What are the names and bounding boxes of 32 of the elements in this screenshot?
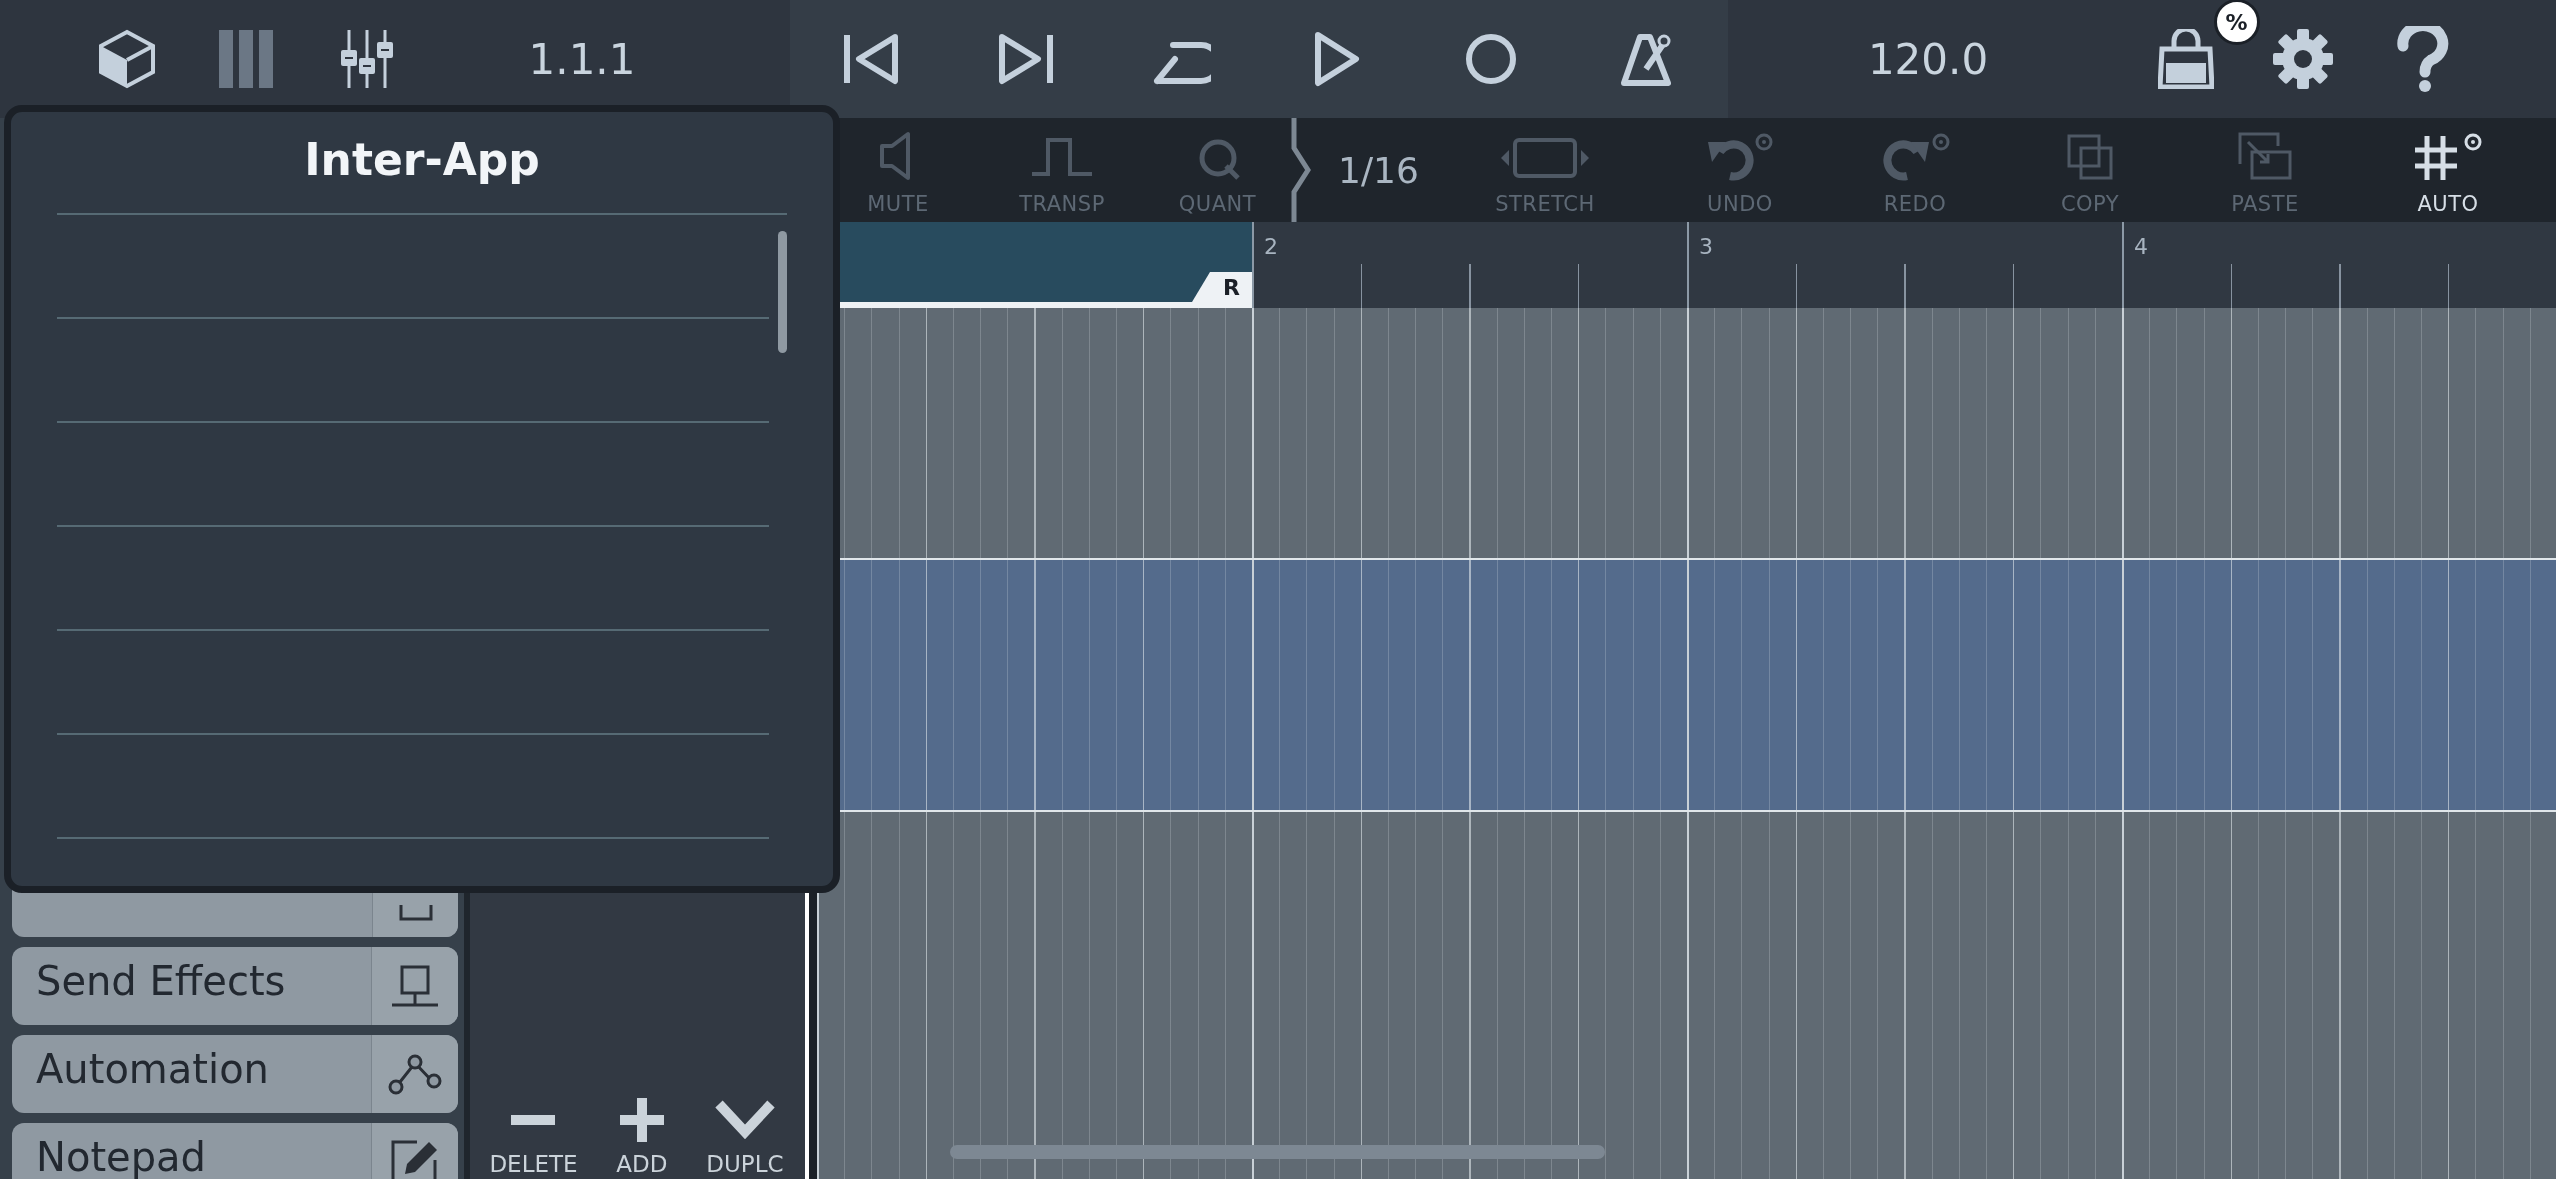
scrollbar[interactable]	[950, 1145, 1605, 1159]
tempo-display[interactable]: 120.0	[1867, 34, 1989, 84]
discount-badge: %	[2213, 0, 2260, 45]
plus-icon	[619, 1098, 664, 1142]
track-action-button[interactable]: DUPLC	[706, 1097, 784, 1179]
toolbar-button[interactable]: AUTO	[2413, 132, 2483, 216]
popup-title: Inter-App	[304, 134, 540, 185]
panel-button[interactable]: Automation	[12, 1035, 458, 1113]
track-action-button[interactable]: ADD	[616, 1097, 668, 1179]
paste-icon	[2236, 130, 2294, 182]
undo-icon	[1706, 132, 1774, 182]
chevron-icon[interactable]	[1290, 118, 1312, 222]
cube-icon[interactable]	[97, 28, 157, 90]
minus-icon	[511, 1115, 556, 1125]
loop-end-marker[interactable]: R	[1192, 272, 1252, 302]
scrollbar[interactable]	[778, 231, 787, 353]
chevron-down-icon	[714, 1100, 775, 1140]
panel-icon	[398, 905, 433, 921]
panel-button[interactable]: Send Effects	[12, 947, 458, 1025]
quantize-value[interactable]: 1/16	[1338, 149, 1419, 191]
track-lane[interactable]	[817, 812, 2556, 1179]
track-action-button[interactable]: DELETE	[489, 1097, 578, 1179]
grid-icon	[2413, 132, 2483, 182]
panel-button[interactable]: Notepad	[12, 1123, 458, 1179]
node-graph-icon	[387, 1053, 443, 1095]
edit-icon	[391, 1140, 439, 1179]
shopping-bag-icon[interactable]	[2157, 29, 2214, 89]
position-display: 1.1.1	[528, 34, 636, 84]
monitor-icon	[390, 965, 440, 1007]
settings-icon[interactable]	[2271, 27, 2335, 91]
copy-icon	[2065, 132, 2115, 182]
help-icon[interactable]	[2395, 26, 2451, 92]
